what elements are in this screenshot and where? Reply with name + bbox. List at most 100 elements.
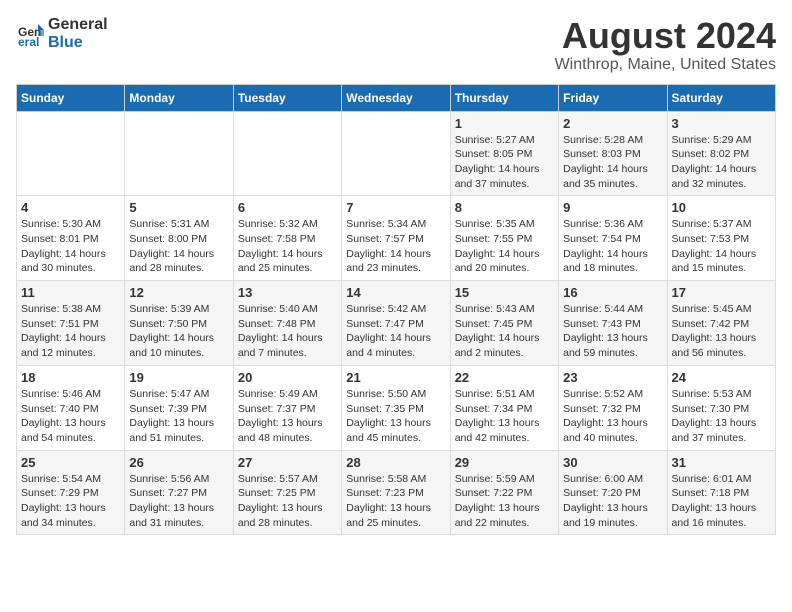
day-info: Sunrise: 5:44 AM Sunset: 7:43 PM Dayligh… — [563, 302, 662, 361]
calendar-table: SundayMondayTuesdayWednesdayThursdayFrid… — [16, 84, 776, 536]
day-number: 1 — [455, 116, 554, 131]
calendar-cell: 31 Sunrise: 6:01 AM Sunset: 7:18 PM Dayli… — [667, 450, 775, 535]
day-info: Sunrise: 5:40 AM Sunset: 7:48 PM Dayligh… — [238, 302, 337, 361]
header-row: SundayMondayTuesdayWednesdayThursdayFrid… — [17, 84, 776, 111]
day-number: 5 — [129, 200, 228, 215]
calendar-cell: 28 Sunrise: 5:58 AM Sunset: 7:23 PM Dayli… — [342, 450, 450, 535]
day-number: 26 — [129, 455, 228, 470]
calendar-cell: 13 Sunrise: 5:40 AM Sunset: 7:48 PM Dayli… — [233, 281, 341, 366]
day-info: Sunrise: 5:38 AM Sunset: 7:51 PM Dayligh… — [21, 302, 120, 361]
day-info: Sunrise: 5:37 AM Sunset: 7:53 PM Dayligh… — [672, 217, 771, 276]
calendar-cell: 27 Sunrise: 5:57 AM Sunset: 7:25 PM Dayli… — [233, 450, 341, 535]
day-info: Sunrise: 5:59 AM Sunset: 7:22 PM Dayligh… — [455, 472, 554, 531]
calendar-cell: 15 Sunrise: 5:43 AM Sunset: 7:45 PM Dayli… — [450, 281, 558, 366]
day-info: Sunrise: 5:27 AM Sunset: 8:05 PM Dayligh… — [455, 133, 554, 192]
day-number: 31 — [672, 455, 771, 470]
calendar-cell: 11 Sunrise: 5:38 AM Sunset: 7:51 PM Dayli… — [17, 281, 125, 366]
calendar-cell: 7 Sunrise: 5:34 AM Sunset: 7:57 PM Daylig… — [342, 196, 450, 281]
calendar-cell: 6 Sunrise: 5:32 AM Sunset: 7:58 PM Daylig… — [233, 196, 341, 281]
day-info: Sunrise: 5:29 AM Sunset: 8:02 PM Dayligh… — [672, 133, 771, 192]
day-info: Sunrise: 5:30 AM Sunset: 8:01 PM Dayligh… — [21, 217, 120, 276]
calendar-cell: 10 Sunrise: 5:37 AM Sunset: 7:53 PM Dayli… — [667, 196, 775, 281]
calendar-week-2: 4 Sunrise: 5:30 AM Sunset: 8:01 PM Daylig… — [17, 196, 776, 281]
day-number: 21 — [346, 370, 445, 385]
subtitle: Winthrop, Maine, United States — [555, 56, 776, 74]
day-info: Sunrise: 5:43 AM Sunset: 7:45 PM Dayligh… — [455, 302, 554, 361]
logo-general: General — [48, 16, 108, 34]
logo-blue: Blue — [48, 34, 108, 52]
svg-text:eral: eral — [18, 35, 39, 48]
day-info: Sunrise: 5:45 AM Sunset: 7:42 PM Dayligh… — [672, 302, 771, 361]
logo-text: General Blue — [48, 16, 108, 51]
day-number: 10 — [672, 200, 771, 215]
day-number: 29 — [455, 455, 554, 470]
day-number: 12 — [129, 285, 228, 300]
calendar-week-5: 25 Sunrise: 5:54 AM Sunset: 7:29 PM Dayli… — [17, 450, 776, 535]
header-cell-wednesday: Wednesday — [342, 84, 450, 111]
calendar-cell: 9 Sunrise: 5:36 AM Sunset: 7:54 PM Daylig… — [559, 196, 667, 281]
day-info: Sunrise: 5:53 AM Sunset: 7:30 PM Dayligh… — [672, 387, 771, 446]
day-number: 15 — [455, 285, 554, 300]
day-info: Sunrise: 5:46 AM Sunset: 7:40 PM Dayligh… — [21, 387, 120, 446]
calendar-cell: 17 Sunrise: 5:45 AM Sunset: 7:42 PM Dayli… — [667, 281, 775, 366]
calendar-cell: 3 Sunrise: 5:29 AM Sunset: 8:02 PM Daylig… — [667, 111, 775, 196]
day-number: 18 — [21, 370, 120, 385]
calendar-cell — [17, 111, 125, 196]
day-info: Sunrise: 5:31 AM Sunset: 8:00 PM Dayligh… — [129, 217, 228, 276]
title-area: August 2024 Winthrop, Maine, United Stat… — [555, 16, 776, 74]
day-number: 28 — [346, 455, 445, 470]
day-info: Sunrise: 5:50 AM Sunset: 7:35 PM Dayligh… — [346, 387, 445, 446]
calendar-cell: 26 Sunrise: 5:56 AM Sunset: 7:27 PM Dayli… — [125, 450, 233, 535]
logo: Gen eral General Blue — [16, 16, 108, 51]
day-info: Sunrise: 6:01 AM Sunset: 7:18 PM Dayligh… — [672, 472, 771, 531]
day-number: 9 — [563, 200, 662, 215]
day-number: 7 — [346, 200, 445, 215]
day-number: 4 — [21, 200, 120, 215]
calendar-cell: 23Sunrise: 5:52 AM Sunset: 7:32 PM Dayli… — [559, 365, 667, 450]
header-cell-sunday: Sunday — [17, 84, 125, 111]
day-number: 23 — [563, 370, 662, 385]
calendar-cell: 22 Sunrise: 5:51 AM Sunset: 7:34 PM Dayli… — [450, 365, 558, 450]
calendar-cell: 18 Sunrise: 5:46 AM Sunset: 7:40 PM Dayli… — [17, 365, 125, 450]
day-number: 3 — [672, 116, 771, 131]
day-info: Sunrise: 5:54 AM Sunset: 7:29 PM Dayligh… — [21, 472, 120, 531]
day-info: Sunrise: 5:34 AM Sunset: 7:57 PM Dayligh… — [346, 217, 445, 276]
calendar-week-4: 18 Sunrise: 5:46 AM Sunset: 7:40 PM Dayli… — [17, 365, 776, 450]
calendar-cell: 16 Sunrise: 5:44 AM Sunset: 7:43 PM Dayli… — [559, 281, 667, 366]
day-number: 30 — [563, 455, 662, 470]
calendar-cell: 1 Sunrise: 5:27 AM Sunset: 8:05 PM Daylig… — [450, 111, 558, 196]
calendar-cell: 30Sunrise: 6:00 AM Sunset: 7:20 PM Dayli… — [559, 450, 667, 535]
calendar-cell — [125, 111, 233, 196]
day-number: 19 — [129, 370, 228, 385]
day-info: Sunrise: 5:51 AM Sunset: 7:34 PM Dayligh… — [455, 387, 554, 446]
header-cell-thursday: Thursday — [450, 84, 558, 111]
day-number: 6 — [238, 200, 337, 215]
day-number: 25 — [21, 455, 120, 470]
calendar-cell: 4 Sunrise: 5:30 AM Sunset: 8:01 PM Daylig… — [17, 196, 125, 281]
day-info: Sunrise: 5:28 AM Sunset: 8:03 PM Dayligh… — [563, 133, 662, 192]
calendar-cell: 20 Sunrise: 5:49 AM Sunset: 7:37 PM Dayli… — [233, 365, 341, 450]
day-info: Sunrise: 5:32 AM Sunset: 7:58 PM Dayligh… — [238, 217, 337, 276]
day-number: 22 — [455, 370, 554, 385]
header: Gen eral General Blue August 2024 Winthr… — [16, 16, 776, 74]
day-info: Sunrise: 5:56 AM Sunset: 7:27 PM Dayligh… — [129, 472, 228, 531]
calendar-week-3: 11 Sunrise: 5:38 AM Sunset: 7:51 PM Dayli… — [17, 281, 776, 366]
day-info: Sunrise: 5:57 AM Sunset: 7:25 PM Dayligh… — [238, 472, 337, 531]
calendar-cell: 14Sunrise: 5:42 AM Sunset: 7:47 PM Dayli… — [342, 281, 450, 366]
day-info: Sunrise: 5:36 AM Sunset: 7:54 PM Dayligh… — [563, 217, 662, 276]
day-number: 11 — [21, 285, 120, 300]
header-cell-monday: Monday — [125, 84, 233, 111]
day-number: 17 — [672, 285, 771, 300]
day-info: Sunrise: 5:58 AM Sunset: 7:23 PM Dayligh… — [346, 472, 445, 531]
day-number: 27 — [238, 455, 337, 470]
day-info: Sunrise: 5:35 AM Sunset: 7:55 PM Dayligh… — [455, 217, 554, 276]
day-number: 2 — [563, 116, 662, 131]
day-info: Sunrise: 5:42 AM Sunset: 7:47 PM Dayligh… — [346, 302, 445, 361]
day-number: 13 — [238, 285, 337, 300]
calendar-cell: 29 Sunrise: 5:59 AM Sunset: 7:22 PM Dayli… — [450, 450, 558, 535]
header-cell-friday: Friday — [559, 84, 667, 111]
day-number: 16 — [563, 285, 662, 300]
day-info: Sunrise: 5:49 AM Sunset: 7:37 PM Dayligh… — [238, 387, 337, 446]
day-number: 8 — [455, 200, 554, 215]
day-number: 20 — [238, 370, 337, 385]
